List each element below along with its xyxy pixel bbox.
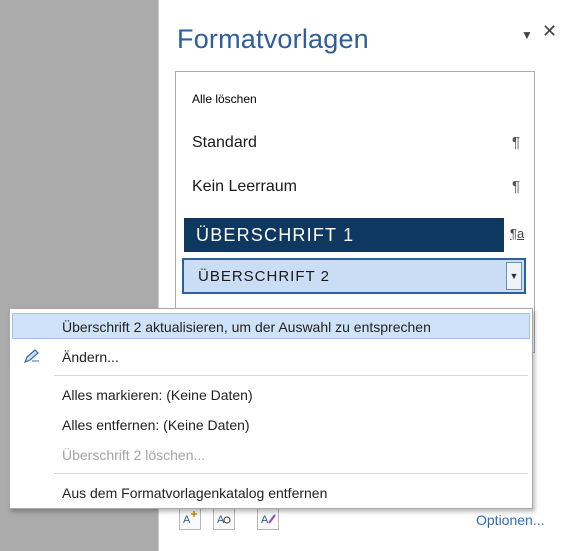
new-style-icon[interactable]: A: [179, 508, 201, 530]
menu-item-update-to-match[interactable]: Überschrift 2 aktualisieren, um der Ausw…: [12, 313, 530, 339]
menu-item-label: Aus dem Formatvorlagenkatalog entfernen: [62, 485, 328, 501]
menu-item-remove-from-gallery[interactable]: Aus dem Formatvorlagenkatalog entfernen: [12, 479, 530, 505]
menu-item-remove-all[interactable]: Alles entfernen: (Keine Daten): [12, 411, 530, 437]
menu-item-delete-style: Überschrift 2 löschen...: [12, 441, 530, 467]
edit-pen-icon: [23, 348, 41, 364]
style-item-heading1[interactable]: ÜBERSCHRIFT 1: [184, 218, 504, 252]
chevron-down-icon[interactable]: ▼: [506, 262, 522, 290]
style-item-standard[interactable]: Standard ¶: [176, 134, 534, 158]
pane-options-dropdown-icon[interactable]: ▼: [521, 28, 533, 42]
manage-styles-icon[interactable]: A: [257, 508, 279, 530]
style-item-label: ÜBERSCHRIFT 1: [196, 225, 355, 245]
menu-separator: [54, 473, 528, 474]
paragraph-mark-icon: ¶: [512, 134, 521, 151]
paragraph-mark-icon: ¶: [512, 178, 521, 195]
svg-text:A: A: [183, 514, 191, 526]
context-menu: Überschrift 2 aktualisieren, um der Ausw…: [9, 308, 533, 509]
options-link[interactable]: Optionen...: [476, 512, 545, 528]
menu-item-label: Überschrift 2 aktualisieren, um der Ausw…: [62, 319, 431, 335]
pane-title: Formatvorlagen: [177, 24, 369, 54]
menu-item-label: Alles markieren: (Keine Daten): [62, 387, 253, 403]
style-item-label: Standard: [192, 134, 257, 151]
menu-item-label: Überschrift 2 löschen...: [62, 447, 206, 463]
linked-style-icon: ¶a: [510, 226, 525, 241]
menu-item-label: Ändern...: [62, 349, 119, 365]
style-item-label: ÜBERSCHRIFT 2: [198, 268, 330, 285]
clear-all-item[interactable]: Alle löschen: [192, 92, 550, 106]
close-icon[interactable]: ✕: [542, 21, 557, 42]
menu-separator: [54, 375, 528, 376]
menu-item-modify[interactable]: Ändern...: [12, 343, 530, 369]
menu-item-select-all[interactable]: Alles markieren: (Keine Daten): [12, 381, 530, 407]
svg-text:A: A: [261, 514, 269, 526]
style-item-kein-leerraum[interactable]: Kein Leerraum ¶: [176, 178, 534, 202]
style-item-heading2[interactable]: ÜBERSCHRIFT 2 ▼: [182, 258, 526, 294]
style-inspector-icon[interactable]: A: [213, 508, 235, 530]
menu-item-label: Alles entfernen: (Keine Daten): [62, 417, 250, 433]
style-item-label: Kein Leerraum: [192, 178, 297, 195]
